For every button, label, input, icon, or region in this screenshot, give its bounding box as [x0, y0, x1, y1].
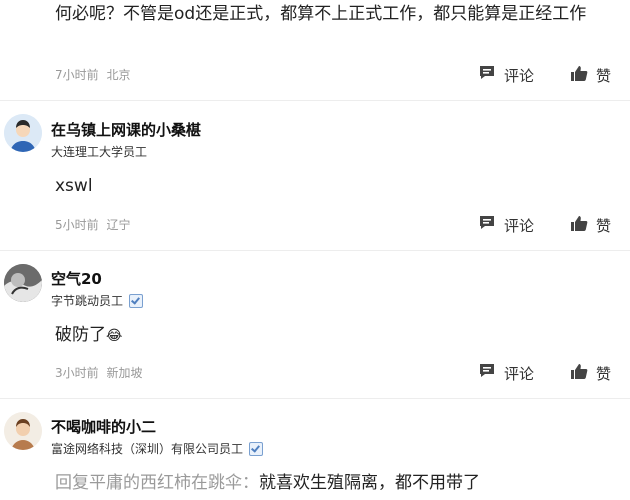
- comment-3-text: 破防了😂: [55, 321, 122, 350]
- comment-2-user-title-text: 大连理工大学员工: [51, 145, 148, 159]
- comment-3-user-title: 字节跳动员工: [51, 292, 144, 309]
- comment-1-like-label: 赞: [596, 66, 612, 85]
- comment-4-user-title-text: 富途网络科技（深圳）有限公司员工: [51, 442, 244, 456]
- avatar[interactable]: [4, 264, 42, 302]
- divider: [0, 398, 630, 399]
- comment-1-text: 何必呢？不管是od还是正式，都算不上正式工作，都只能算是正经工作: [55, 4, 587, 24]
- comment-2-user-title: 大连理工大学员工: [51, 143, 147, 160]
- comment-3-user-name[interactable]: 空气20: [51, 268, 102, 289]
- laughing-emoji-icon: 😂: [106, 328, 123, 344]
- reply-prefix[interactable]: 回复平庸的西红柿在跳伞：: [55, 473, 259, 493]
- comment-1-time: 7小时前: [55, 68, 99, 82]
- comment-1-meta: 7小时前 北京: [55, 66, 130, 83]
- comment-3-like-label: 赞: [596, 364, 612, 383]
- divider: [0, 250, 630, 251]
- comment-3-comment-button[interactable]: 评论: [478, 362, 534, 384]
- comment-2-comment-button[interactable]: 评论: [478, 214, 534, 236]
- comment-3-comment-label: 评论: [504, 364, 535, 383]
- comment-2-time: 5小时前: [55, 218, 99, 232]
- verified-icon: [129, 293, 144, 308]
- comment-3-meta: 3小时前 新加坡: [55, 364, 142, 381]
- comment-4-text-content: 就喜欢生殖隔离，都不用带了: [259, 473, 480, 493]
- comment-3-location: 新加坡: [106, 366, 143, 380]
- comment-3-user-title-text: 字节跳动员工: [51, 294, 124, 308]
- like-icon: [570, 362, 588, 384]
- comment-2-comment-label: 评论: [504, 216, 535, 235]
- comment-2-location: 辽宁: [106, 218, 131, 232]
- comment-3-text-content: 破防了: [55, 325, 106, 345]
- divider: [0, 100, 630, 101]
- comment-2-user-name[interactable]: 在乌镇上网课的小桑椹: [51, 119, 201, 140]
- comment-icon: [478, 362, 496, 384]
- like-icon: [570, 214, 588, 236]
- verified-icon: [249, 441, 264, 456]
- comment-icon: [478, 64, 496, 86]
- comment-4-user-title: 富途网络科技（深圳）有限公司员工: [51, 440, 264, 457]
- comment-2-like-label: 赞: [596, 216, 612, 235]
- comment-3-like-button[interactable]: 赞: [570, 362, 611, 384]
- like-icon: [570, 64, 588, 86]
- comment-1-comment-label: 评论: [504, 66, 535, 85]
- comment-3-time: 3小时前: [55, 366, 99, 380]
- avatar[interactable]: [4, 412, 42, 450]
- avatar[interactable]: [4, 114, 42, 152]
- comment-1-comment-button[interactable]: 评论: [478, 64, 534, 86]
- comment-2-text: xswl: [55, 176, 93, 196]
- comment-4-user-name[interactable]: 不喝咖啡的小二: [51, 416, 156, 437]
- comment-4-text: 回复平庸的西红柿在跳伞：就喜欢生殖隔离，都不用带了: [55, 469, 625, 497]
- comment-2-like-button[interactable]: 赞: [570, 214, 611, 236]
- comment-icon: [478, 214, 496, 236]
- comment-1-location: 北京: [106, 68, 131, 82]
- comment-1-like-button[interactable]: 赞: [570, 64, 611, 86]
- comment-2-meta: 5小时前 辽宁: [55, 216, 130, 233]
